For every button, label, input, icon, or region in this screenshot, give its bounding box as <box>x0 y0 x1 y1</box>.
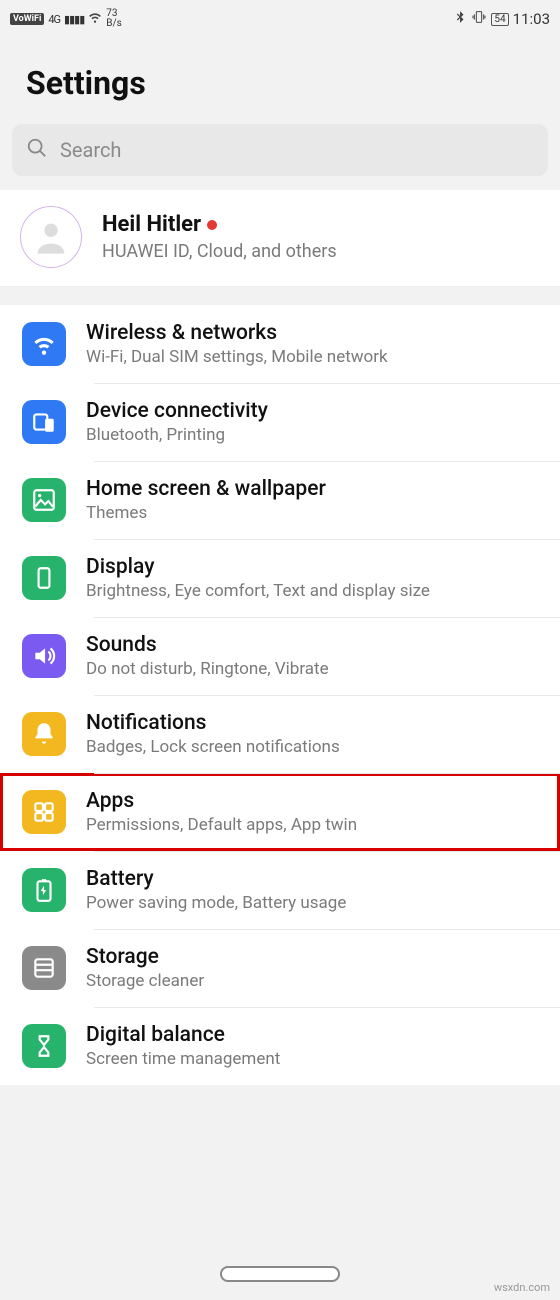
volume-icon <box>22 634 66 678</box>
settings-item-device[interactable]: Device connectivityBluetooth, Printing <box>0 383 560 461</box>
wifi-status-icon <box>88 10 102 28</box>
signal-icon: ▮▮▮▮ <box>64 13 84 26</box>
search-icon <box>26 137 48 163</box>
vowifi-badge: VoWiFi <box>10 13 44 25</box>
item-sub: Wi-Fi, Dual SIM settings, Mobile network <box>86 347 540 367</box>
wifi-icon <box>22 322 66 366</box>
item-title: Display <box>86 555 540 579</box>
settings-item-display[interactable]: DisplayBrightness, Eye comfort, Text and… <box>0 539 560 617</box>
item-sub: Permissions, Default apps, App twin <box>86 815 540 835</box>
data-rate: 73B/s <box>106 9 122 29</box>
status-bar: VoWiFi 4G ▮▮▮▮ 73B/s 54 11:03 <box>0 0 560 34</box>
settings-item-notifications[interactable]: NotificationsBadges, Lock screen notific… <box>0 695 560 773</box>
avatar <box>20 206 82 268</box>
item-title: Notifications <box>86 711 540 735</box>
item-sub: Screen time management <box>86 1049 540 1069</box>
item-title: Sounds <box>86 633 540 657</box>
search-placeholder: Search <box>60 138 121 162</box>
network-label: 4G <box>48 13 60 26</box>
item-title: Apps <box>86 789 540 813</box>
page-title: Settings <box>26 64 534 102</box>
page-header: Settings <box>0 34 560 124</box>
item-title: Battery <box>86 867 540 891</box>
settings-item-digital[interactable]: Digital balanceScreen time management <box>0 1007 560 1085</box>
nav-home-pill[interactable] <box>220 1266 340 1282</box>
devices-icon <box>22 400 66 444</box>
settings-item-wireless[interactable]: Wireless & networksWi-Fi, Dual SIM setti… <box>0 305 560 383</box>
storage-icon <box>22 946 66 990</box>
settings-item-apps[interactable]: AppsPermissions, Default apps, App twin <box>0 773 560 851</box>
item-sub: Do not disturb, Ringtone, Vibrate <box>86 659 540 679</box>
item-sub: Themes <box>86 503 540 523</box>
item-sub: Storage cleaner <box>86 971 540 991</box>
bluetooth-icon <box>453 10 467 28</box>
phone-icon <box>22 556 66 600</box>
item-sub: Badges, Lock screen notifications <box>86 737 540 757</box>
item-sub: Brightness, Eye comfort, Text and displa… <box>86 581 540 601</box>
item-title: Digital balance <box>86 1023 540 1047</box>
settings-item-battery[interactable]: BatteryPower saving mode, Battery usage <box>0 851 560 929</box>
item-title: Wireless & networks <box>86 321 540 345</box>
battery-indicator: 54 <box>491 13 508 26</box>
clock: 11:03 <box>513 10 550 28</box>
account-sub: HUAWEI ID, Cloud, and others <box>102 241 337 262</box>
hourglass-icon <box>22 1024 66 1068</box>
item-title: Storage <box>86 945 540 969</box>
account-row[interactable]: Heil Hitler HUAWEI ID, Cloud, and others <box>0 190 560 287</box>
settings-item-sounds[interactable]: SoundsDo not disturb, Ringtone, Vibrate <box>0 617 560 695</box>
settings-list: Wireless & networksWi-Fi, Dual SIM setti… <box>0 305 560 1085</box>
image-icon <box>22 478 66 522</box>
battery-icon <box>22 868 66 912</box>
settings-item-home[interactable]: Home screen & wallpaperThemes <box>0 461 560 539</box>
item-sub: Power saving mode, Battery usage <box>86 893 540 913</box>
watermark: wsxdn.com <box>494 1281 550 1294</box>
account-name: Heil Hitler <box>102 212 337 237</box>
item-title: Home screen & wallpaper <box>86 477 540 501</box>
notification-dot-icon <box>207 220 217 230</box>
bell-icon <box>22 712 66 756</box>
search-input[interactable]: Search <box>12 124 548 176</box>
item-title: Device connectivity <box>86 399 540 423</box>
item-sub: Bluetooth, Printing <box>86 425 540 445</box>
grid-icon <box>22 790 66 834</box>
vibrate-icon <box>471 9 487 29</box>
settings-item-storage[interactable]: StorageStorage cleaner <box>0 929 560 1007</box>
